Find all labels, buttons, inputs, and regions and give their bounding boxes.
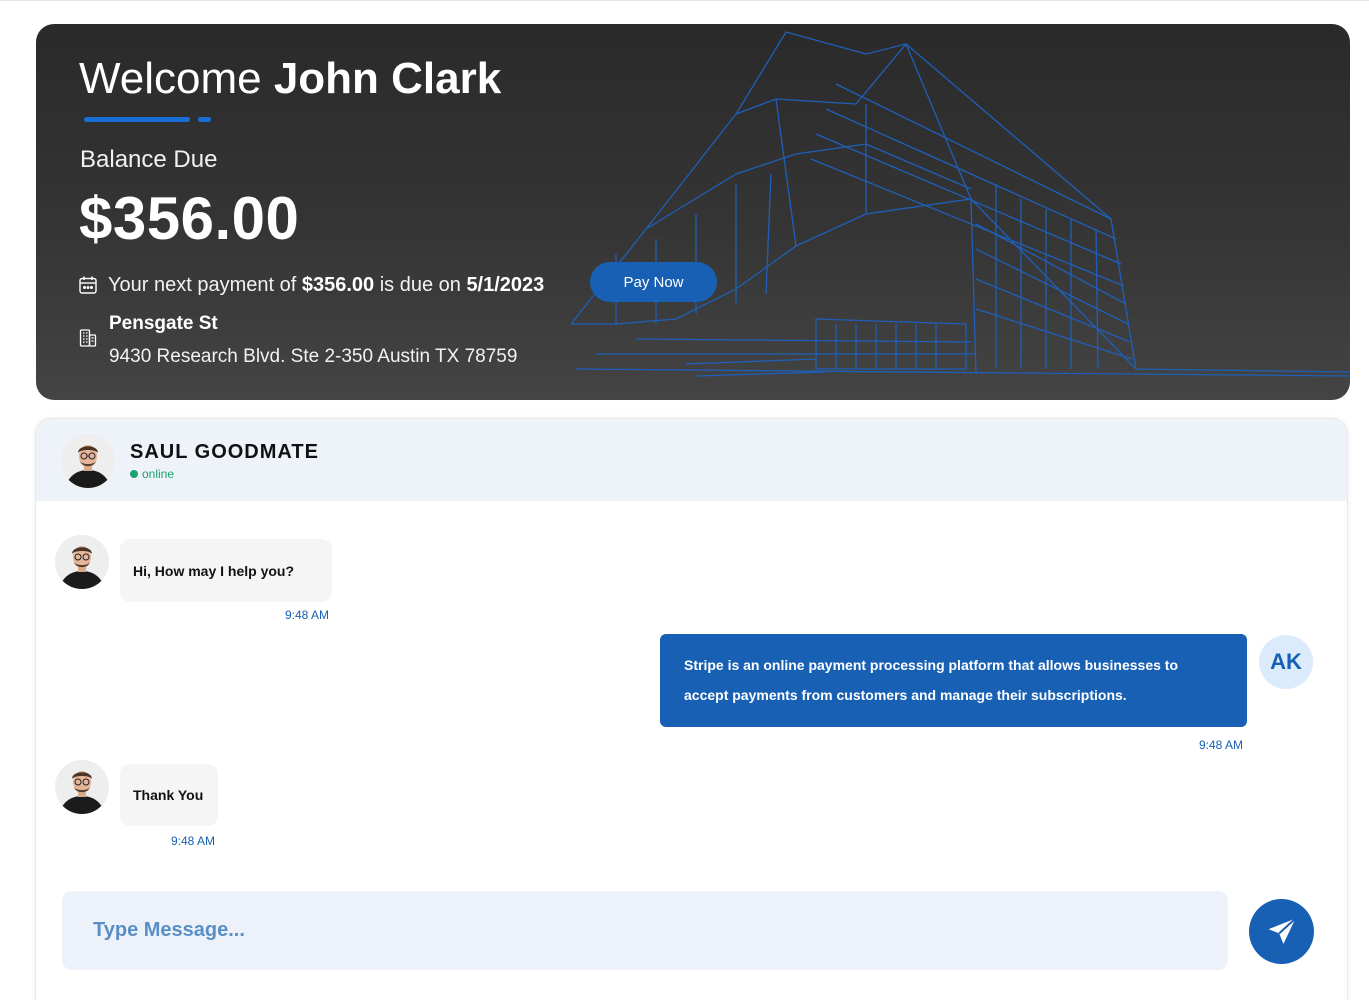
top-divider [0,0,1369,1]
message-time: 9:48 AM [171,834,216,848]
contact-avatar[interactable] [61,434,115,488]
building-icon [79,329,97,347]
pay-now-button[interactable]: Pay Now [590,262,717,302]
calendar-icon [79,276,97,294]
avatar-photo [55,535,109,589]
next-payment-info: Your next payment of $356.00 is due on 5… [78,271,544,299]
agent-avatar [55,760,109,814]
online-status: online [130,467,174,481]
avatar-photo [55,760,109,814]
due-text: Your next payment of [108,273,297,296]
send-button[interactable] [1249,899,1314,964]
agent-avatar [55,535,109,589]
message-bubble-incoming: Hi, How may I help you? [120,539,332,602]
avatar-photo [61,434,115,488]
chat-panel: SAUL GOODMATE online Hi, How may I help … [35,418,1348,1000]
user-avatar-initials: AK [1259,635,1313,689]
due-date: 5/1/2023 [466,273,545,296]
send-icon [1268,917,1296,944]
property-address: 9430 Research Blvd. Ste 2-350 Austin TX … [109,346,518,367]
due-text-2: is due on [379,273,461,296]
message-bubble-incoming: Thank You [120,764,218,826]
welcome-heading: Welcome John Clark [79,54,502,103]
balance-banner: Welcome John Clark Balance Due $356.00 Y… [36,24,1350,400]
property-name: Pensgate St [109,313,218,334]
due-amount: $356.00 [301,273,375,296]
message-bubble-outgoing: Stripe is an online payment processing p… [660,634,1247,727]
contact-name: SAUL GOODMATE [130,441,319,463]
accent-bar [84,117,190,122]
online-dot-icon [130,470,138,478]
message-time: 9:48 AM [285,608,330,622]
accent-dot [198,117,211,122]
message-time: 9:48 AM [1199,738,1244,752]
balance-label: Balance Due [80,146,218,173]
message-input[interactable] [62,891,1228,970]
chat-header: SAUL GOODMATE online [36,419,1347,501]
balance-amount: $356.00 [79,185,300,252]
